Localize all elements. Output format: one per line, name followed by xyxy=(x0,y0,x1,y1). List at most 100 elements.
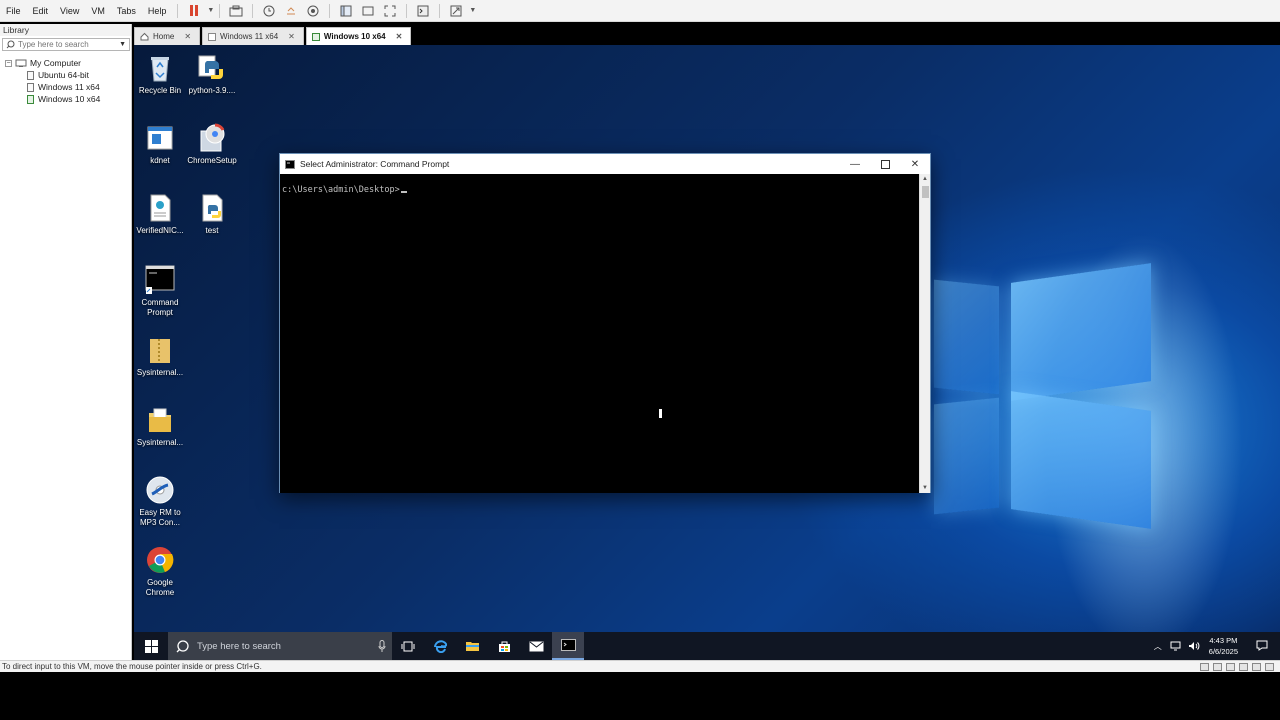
desktop-icon-easy-rm-mp3[interactable]: Easy RM to MP3 Con... xyxy=(134,475,186,528)
taskbar-edge[interactable] xyxy=(424,632,456,660)
stretch-dropdown-icon[interactable]: ▼ xyxy=(469,7,476,14)
cd-drive-icon[interactable] xyxy=(1213,662,1222,671)
pause-icon xyxy=(190,5,194,16)
microphone-icon[interactable] xyxy=(378,640,386,652)
library-tree: − My Computer Ubuntu 64-bit Windows 11 x… xyxy=(5,57,100,105)
edge-icon xyxy=(434,640,447,653)
taskbar-search[interactable]: Type here to search xyxy=(168,632,392,660)
vertical-scrollbar[interactable]: ▲ ▼ xyxy=(919,174,930,493)
command-prompt-window[interactable]: Select Administrator: Command Prompt — ✕… xyxy=(279,153,931,493)
menu-edit[interactable]: Edit xyxy=(27,6,55,16)
window-titlebar[interactable]: Select Administrator: Command Prompt — ✕ xyxy=(280,154,930,174)
menu-view[interactable]: View xyxy=(54,6,85,16)
menubar: File Edit View VM Tabs Help ▼ ▼ xyxy=(0,0,1280,22)
tab-windows10[interactable]: Windows 10 x64 ✕ xyxy=(305,27,412,45)
vmware-window: File Edit View VM Tabs Help ▼ ▼ Library … xyxy=(0,0,1280,720)
taskbar-mail[interactable] xyxy=(520,632,552,660)
keyboard-icon xyxy=(229,5,243,16)
tree-label: Ubuntu 64-bit xyxy=(38,70,90,80)
zip-folder-icon xyxy=(150,339,170,363)
stretch-guest-button[interactable] xyxy=(447,3,465,19)
search-icon xyxy=(176,639,189,652)
minimize-button[interactable]: — xyxy=(840,154,870,174)
close-button[interactable]: ✕ xyxy=(900,154,930,174)
toolbar-separator xyxy=(177,3,179,18)
maximize-button[interactable] xyxy=(870,154,900,174)
tree-vm-windows11[interactable]: Windows 11 x64 xyxy=(5,81,100,93)
library-search-input[interactable] xyxy=(18,40,114,49)
close-icon: ✕ xyxy=(910,158,920,170)
terminal-icon xyxy=(560,639,576,651)
console-view-button[interactable] xyxy=(359,3,377,19)
menu-file[interactable]: File xyxy=(0,6,27,16)
folder-icon xyxy=(465,642,479,651)
desktop-icon-sysinternals-folder[interactable]: Sysinternal... xyxy=(134,405,186,448)
desktop-icon-google-chrome[interactable]: Google Chrome xyxy=(134,545,186,598)
chevron-up-icon[interactable]: ︿ xyxy=(1149,641,1167,652)
window-app-icon xyxy=(147,126,173,150)
revert-snapshot-button[interactable] xyxy=(282,3,300,19)
start-button[interactable] xyxy=(134,632,168,660)
python-icon xyxy=(198,55,223,79)
volume-icon[interactable] xyxy=(1188,641,1200,651)
windows-start-icon xyxy=(144,639,158,653)
action-center-button[interactable] xyxy=(1244,640,1280,653)
tab-label: Windows 11 x64 xyxy=(220,32,279,41)
pause-dropdown-icon[interactable]: ▼ xyxy=(207,7,214,14)
desktop-icon-python-installer[interactable]: python-3.9.... xyxy=(186,53,238,96)
tab-windows11[interactable]: Windows 11 x64 ✕ xyxy=(202,27,304,45)
tab-home[interactable]: Home ✕ xyxy=(134,27,201,45)
scroll-down-icon[interactable]: ▼ xyxy=(920,483,930,493)
mail-icon xyxy=(529,641,543,651)
vm-icon xyxy=(208,32,217,41)
scroll-thumb[interactable] xyxy=(922,186,929,198)
chevron-down-icon[interactable]: ▼ xyxy=(119,41,126,48)
close-icon[interactable]: ✕ xyxy=(396,32,403,41)
taskbar-search-placeholder: Type here to search xyxy=(197,640,281,652)
sound-card-icon[interactable] xyxy=(1252,662,1261,671)
console-prompt: c:\Users\admin\Desktop> xyxy=(282,185,400,195)
collapse-icon[interactable]: − xyxy=(5,59,12,67)
show-library-button[interactable] xyxy=(337,3,355,19)
desktop-icon-kdnet[interactable]: kdnet xyxy=(134,123,186,166)
search-icon xyxy=(6,40,15,49)
pause-vm-button[interactable] xyxy=(185,3,203,19)
console-button[interactable] xyxy=(414,3,432,19)
guest-desktop[interactable]: Recycle Bin kdnet VerifiedNIC... Command… xyxy=(134,45,1280,632)
snapshot-manager-button[interactable] xyxy=(304,3,322,19)
task-view-icon xyxy=(401,641,415,651)
snapshot-button[interactable] xyxy=(260,3,278,19)
usb-icon[interactable] xyxy=(1239,662,1248,671)
taskbar-command-prompt[interactable] xyxy=(552,632,584,660)
desktop-icon-command-prompt[interactable]: Command Prompt xyxy=(134,265,186,318)
desktop-icon-recycle-bin[interactable]: Recycle Bin xyxy=(134,53,186,96)
display-icon[interactable] xyxy=(1265,662,1274,671)
desktop-icon-sysinternals-zip[interactable]: Sysinternal... xyxy=(134,335,186,378)
desktop-icon-chromesetup[interactable]: ChromeSetup xyxy=(186,123,238,166)
network-adapter-icon[interactable] xyxy=(1226,662,1235,671)
menu-help[interactable]: Help xyxy=(142,6,173,16)
console-output[interactable]: c:\Users\admin\Desktop> xyxy=(280,174,920,493)
close-icon[interactable]: ✕ xyxy=(184,32,191,41)
send-ctrl-alt-del-button[interactable] xyxy=(227,3,245,19)
clock-time: 4:43 PM xyxy=(1209,636,1238,645)
hard-disk-icon[interactable] xyxy=(1200,662,1209,671)
tree-vm-windows10[interactable]: Windows 10 x64 xyxy=(5,93,100,105)
menu-tabs[interactable]: Tabs xyxy=(111,6,142,16)
tree-vm-ubuntu[interactable]: Ubuntu 64-bit xyxy=(5,69,100,81)
taskbar-clock[interactable]: 4:43 PM 6/6/2025 xyxy=(1203,635,1244,657)
vm-icon xyxy=(27,70,34,80)
library-search[interactable]: ▼ xyxy=(2,38,130,51)
desktop-icon-verifiednic[interactable]: VerifiedNIC... xyxy=(134,193,186,236)
menu-vm[interactable]: VM xyxy=(85,6,111,16)
minimize-icon: — xyxy=(850,158,860,170)
fullscreen-button[interactable] xyxy=(381,3,399,19)
close-icon[interactable]: ✕ xyxy=(288,32,295,41)
network-icon[interactable] xyxy=(1170,641,1182,651)
tree-my-computer[interactable]: − My Computer xyxy=(5,57,100,69)
task-view-button[interactable] xyxy=(392,632,424,660)
taskbar-store[interactable] xyxy=(488,632,520,660)
desktop-icon-test[interactable]: test xyxy=(186,193,238,236)
taskbar-file-explorer[interactable] xyxy=(456,632,488,660)
scroll-up-icon[interactable]: ▲ xyxy=(920,174,930,184)
